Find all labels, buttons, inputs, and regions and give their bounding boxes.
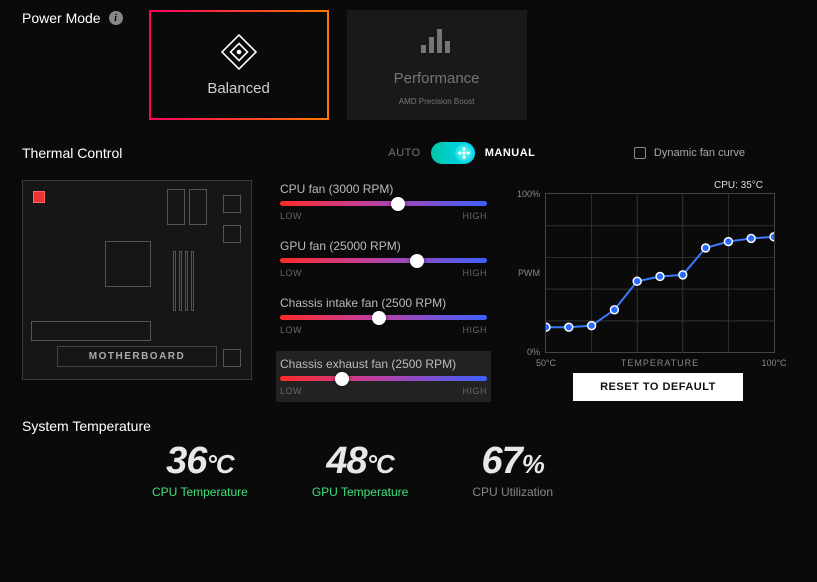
- stat-value: 67%: [472, 440, 553, 483]
- slider-range-labels: LOW HIGH: [280, 268, 487, 278]
- system-temperature-title: System Temperature: [22, 418, 795, 434]
- stat-label: CPU Temperature: [152, 485, 248, 499]
- dynamic-curve-label: Dynamic fan curve: [654, 147, 745, 159]
- fan-slider-thumb[interactable]: [410, 254, 424, 268]
- info-icon[interactable]: i: [109, 11, 123, 25]
- motherboard-label: MOTHERBOARD: [57, 346, 217, 367]
- fan-slider-thumb[interactable]: [372, 311, 386, 325]
- auto-label: AUTO: [388, 147, 420, 159]
- motherboard-diagram[interactable]: MOTHERBOARD: [22, 180, 252, 380]
- y-axis-label: PWM: [518, 268, 540, 278]
- fan-label: CPU fan (3000 RPM): [280, 182, 487, 196]
- fan-curve-panel: CPU: 35°C 100% 0% PWM 50°C 100°C TEMPERA…: [515, 180, 775, 402]
- stat-label: GPU Temperature: [312, 485, 409, 499]
- cpu-temp-readout: CPU: 35°C: [515, 180, 763, 191]
- fan-slider-track[interactable]: [280, 376, 487, 381]
- fan-icon: [455, 144, 473, 162]
- dynamic-fan-curve[interactable]: Dynamic fan curve: [634, 147, 745, 159]
- mobo-component: [167, 189, 185, 225]
- fan-label: GPU fan (25000 RPM): [280, 239, 487, 253]
- fan-curve-chart[interactable]: 100% 0% PWM 50°C 100°C TEMPERATURE: [545, 193, 775, 353]
- low-label: LOW: [280, 325, 302, 335]
- high-label: HIGH: [463, 211, 488, 221]
- x-axis-label: TEMPERATURE: [621, 358, 699, 368]
- slider-range-labels: LOW HIGH: [280, 325, 487, 335]
- power-mode-title-text: Power Mode: [22, 10, 101, 26]
- mobo-component: [105, 241, 151, 287]
- power-mode-section: Power Mode i Balanced Performance AMD Pr…: [0, 0, 817, 128]
- mobo-component: [173, 251, 176, 311]
- thermal-control-section: Thermal Control AUTO MANUAL Dynamic fan …: [0, 128, 817, 412]
- balanced-icon: [221, 34, 257, 70]
- low-label: LOW: [280, 211, 302, 221]
- x-tick: 100°C: [761, 358, 786, 368]
- slider-range-labels: LOW HIGH: [280, 386, 487, 396]
- performance-icon: [417, 24, 457, 60]
- mobo-component: [185, 251, 188, 311]
- power-mode-sublabel: AMD Precision Boost: [399, 97, 475, 106]
- system-temperature-section: System Temperature 36°C CPU Temperature 48…: [0, 412, 817, 505]
- fan-slider-row[interactable]: GPU fan (25000 RPM) LOW HIGH: [276, 237, 491, 280]
- power-mode-balanced[interactable]: Balanced: [149, 10, 329, 120]
- reset-to-default-button[interactable]: RESET TO DEFAULT: [573, 373, 743, 401]
- power-mode-title: Power Mode i: [22, 10, 123, 26]
- power-mode-performance[interactable]: Performance AMD Precision Boost: [347, 10, 527, 120]
- fan-slider-track[interactable]: [280, 258, 487, 263]
- checkbox-icon[interactable]: [634, 147, 646, 159]
- power-mode-label: Balanced: [207, 80, 270, 97]
- fan-sliders: CPU fan (3000 RPM)LOWHIGHGPU fan (25000 …: [276, 180, 491, 402]
- stat-label: CPU Utilization: [472, 485, 553, 499]
- mobo-component: [179, 251, 182, 311]
- thermal-body: MOTHERBOARD CPU fan (3000 RPM)LOWHIGHGPU…: [22, 180, 795, 402]
- fan-slider-row[interactable]: CPU fan (3000 RPM) LOW HIGH: [276, 180, 491, 223]
- stat-value: 48°C: [312, 440, 409, 483]
- low-label: LOW: [280, 386, 302, 396]
- y-tick: 100%: [517, 189, 540, 199]
- fan-slider-row[interactable]: Chassis intake fan (2500 RPM) LOW HIGH: [276, 294, 491, 337]
- thermal-mode-toggle-group: AUTO MANUAL: [388, 142, 535, 164]
- thermal-mode-toggle[interactable]: [431, 142, 475, 164]
- stat-block: 67% CPU Utilization: [472, 440, 553, 499]
- mobo-component: [223, 195, 241, 213]
- fan-slider-track[interactable]: [280, 201, 487, 206]
- mobo-component: [189, 189, 207, 225]
- fan-label: Chassis intake fan (2500 RPM): [280, 296, 487, 310]
- slider-range-labels: LOW HIGH: [280, 211, 487, 221]
- power-mode-cards: Balanced Performance AMD Precision Boost: [149, 10, 527, 120]
- stat-block: 48°C GPU Temperature: [312, 440, 409, 499]
- mobo-component: [191, 251, 194, 311]
- high-label: HIGH: [463, 386, 488, 396]
- fan-label: Chassis exhaust fan (2500 RPM): [280, 357, 487, 371]
- mobo-component: [223, 349, 241, 367]
- low-label: LOW: [280, 268, 302, 278]
- fan-slider-track[interactable]: [280, 315, 487, 320]
- chart-plot: [546, 194, 774, 353]
- thermal-title: Thermal Control: [22, 145, 122, 161]
- stat-block: 36°C CPU Temperature: [152, 440, 248, 499]
- fan-slider-thumb[interactable]: [335, 372, 349, 386]
- x-tick: 50°C: [536, 358, 556, 368]
- mobo-component: [223, 225, 241, 243]
- manual-label: MANUAL: [485, 147, 536, 159]
- stat-value: 36°C: [152, 440, 248, 483]
- power-mode-label: Performance: [394, 70, 480, 87]
- stats-row: 36°C CPU Temperature 48°C GPU Temperature 67…: [152, 440, 795, 499]
- high-label: HIGH: [463, 325, 488, 335]
- high-label: HIGH: [463, 268, 488, 278]
- thermal-header: Thermal Control AUTO MANUAL Dynamic fan …: [22, 142, 795, 164]
- mobo-indicator: [33, 191, 45, 203]
- y-tick: 0%: [527, 347, 540, 357]
- mobo-component: [31, 321, 151, 341]
- fan-slider-thumb[interactable]: [391, 197, 405, 211]
- fan-slider-row[interactable]: Chassis exhaust fan (2500 RPM) LOW HIGH: [276, 351, 491, 402]
